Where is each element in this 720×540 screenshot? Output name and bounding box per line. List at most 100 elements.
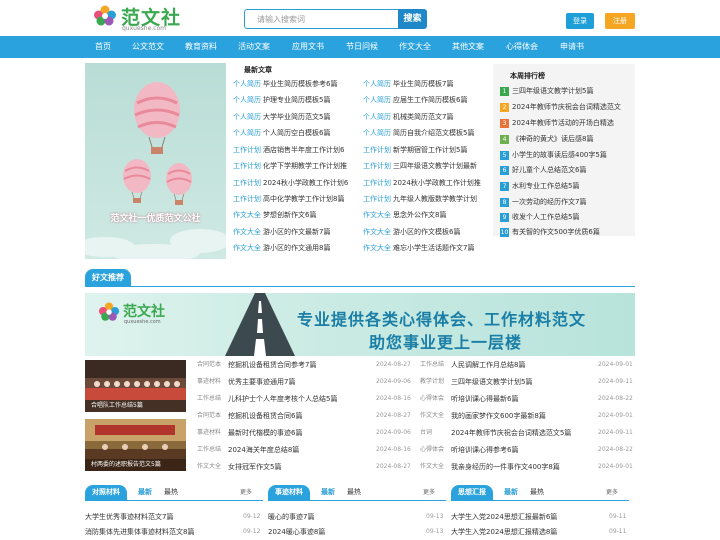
article-category[interactable]: 作文大全 (363, 228, 391, 236)
latest-article-item[interactable]: 工作计划 2024秋小学政教工作计划推 (363, 178, 481, 188)
ranking-item[interactable]: 1 三四年级语文教学计划5篇 (500, 86, 593, 96)
row-category[interactable]: 工作总结 (197, 445, 221, 455)
ranking-item[interactable]: 2 2024年教师节庆祝会台词精选范文 (500, 102, 621, 112)
row-title-link[interactable]: 我的画家梦作文600字最新8篇 (451, 411, 546, 421)
latest-article-item[interactable]: 作文大全 梦想创新作文6篇 (233, 210, 316, 220)
article-category[interactable]: 作文大全 (363, 244, 391, 252)
latest-article-item[interactable]: 工作计划 酒店销售半年度工作计划6 (233, 145, 344, 155)
nav-item-home[interactable]: 首页 (95, 36, 111, 58)
article-category[interactable]: 个人简历 (363, 96, 391, 104)
article-category[interactable]: 个人简历 (233, 80, 261, 88)
row-title-link[interactable]: 听培训课心得参考6篇 (451, 445, 518, 455)
article-category[interactable]: 工作计划 (363, 146, 391, 154)
nav-item-other[interactable]: 其他文案 (452, 36, 484, 58)
article-category[interactable]: 工作计划 (233, 179, 261, 187)
latest-article-item[interactable]: 个人简历 毕业生简历模板参考6篇 (233, 79, 337, 89)
section-item[interactable]: 大学生入党2024思想汇报最新6篇 (451, 512, 557, 522)
tab-hot[interactable]: 最热 (164, 487, 178, 497)
section-item[interactable]: 消防集体先进集体事迹材料范文8篇 (85, 527, 194, 537)
latest-article-item[interactable]: 工作计划 化学下学期教学工作计划推 (233, 161, 347, 171)
more-link[interactable]: 更多 (606, 487, 618, 496)
article-category[interactable]: 工作计划 (233, 146, 261, 154)
tab-latest[interactable]: 最新 (321, 487, 335, 497)
row-category[interactable]: 事迹材料 (197, 428, 221, 438)
hero-image[interactable]: 范文社一优质范文公社 (85, 63, 226, 259)
latest-article-item[interactable]: 个人简历 机械类简历范文7篇 (363, 112, 453, 122)
latest-article-item[interactable]: 作文大全 难忘小学生活话题作文7篇 (363, 243, 474, 253)
thumb-choir[interactable]: 合唱队工作总结5篇 (85, 360, 186, 412)
latest-article-item[interactable]: 作文大全 思念外公作文8篇 (363, 210, 446, 220)
login-button[interactable]: 登录 (566, 13, 594, 29)
latest-article-item[interactable]: 个人简历 护理专业简历模板5篇 (233, 95, 330, 105)
row-category[interactable]: 心得体会 (420, 394, 444, 404)
more-link[interactable]: 更多 (240, 487, 252, 496)
article-category[interactable]: 作文大全 (363, 211, 391, 219)
row-title-link[interactable]: 优秀主要事迹通用7篇 (228, 377, 295, 387)
row-category[interactable]: 作文大全 (197, 462, 221, 472)
ranking-item[interactable]: 9 收发个人工作总结5篇 (500, 212, 579, 222)
article-category[interactable]: 个人简历 (363, 113, 391, 121)
latest-article-item[interactable]: 作文大全 游小区的作文通用8篇 (233, 243, 330, 253)
ranking-item[interactable]: 4 《神奇的黄犬》读后感8篇 (500, 134, 593, 144)
tab-latest[interactable]: 最新 (504, 487, 518, 497)
ranking-item[interactable]: 8 一次劳动的经历作文7篇 (500, 197, 586, 207)
latest-article-item[interactable]: 作文大全 游小区的作文模板6篇 (363, 227, 460, 237)
nav-item-education[interactable]: 教育资料 (185, 36, 217, 58)
article-category[interactable]: 工作计划 (363, 162, 391, 170)
latest-article-item[interactable]: 作文大全 游小区的作文最新7篇 (233, 227, 330, 237)
row-category[interactable]: 教学计划 (420, 377, 444, 387)
row-category[interactable]: 作文大全 (420, 411, 444, 421)
section-item[interactable]: 大学生优秀事迹材料范文7篇 (85, 512, 173, 522)
article-category[interactable]: 个人简历 (363, 129, 391, 137)
search-input[interactable] (245, 10, 398, 28)
site-logo[interactable]: 范文社 quxueshe.com (93, 3, 185, 33)
row-title-link[interactable]: 儿科护士个人年度考核个人总结5篇 (228, 394, 337, 404)
latest-article-item[interactable]: 个人简历 应届生工作简历模板6篇 (363, 95, 467, 105)
more-link[interactable]: 更多 (423, 487, 435, 496)
latest-article-item[interactable]: 工作计划 新学期宿管工作计划5篇 (363, 145, 467, 155)
latest-article-item[interactable]: 工作计划 高中化学教学工作计划8篇 (233, 194, 344, 204)
row-category[interactable]: 心得体会 (420, 445, 444, 455)
latest-article-item[interactable]: 个人简历 简历自我介绍范文模板5篇 (363, 128, 474, 138)
row-title-link[interactable]: 最新时代楷模的事迹6篇 (228, 428, 302, 438)
tab-latest[interactable]: 最新 (138, 487, 152, 497)
tab-hot[interactable]: 最热 (347, 487, 361, 497)
row-title-link[interactable]: 2024海关年度总结8篇 (228, 445, 299, 455)
row-category[interactable]: 作文大全 (420, 462, 444, 472)
row-category[interactable]: 事迹材料 (197, 377, 221, 387)
row-category[interactable]: 工作总结 (420, 360, 444, 370)
row-category[interactable]: 工作总结 (197, 394, 221, 404)
article-category[interactable]: 作文大全 (233, 244, 261, 252)
nav-item-festival[interactable]: 节日问候 (346, 36, 378, 58)
article-category[interactable]: 个人简历 (233, 96, 261, 104)
tab-hot[interactable]: 最热 (530, 487, 544, 497)
thumb-village-report[interactable]: 村两委的述职报告范文5篇 (85, 419, 186, 471)
ranking-item[interactable]: 5 小学生的故事读后感400字5篇 (500, 150, 607, 160)
row-category[interactable]: 合同范本 (197, 360, 221, 370)
row-title-link[interactable]: 挖掘机设备租赁合同6篇 (228, 411, 302, 421)
latest-article-item[interactable]: 个人简历 个人简历空白模板6篇 (233, 128, 330, 138)
nav-item-essay[interactable]: 作文大全 (399, 36, 431, 58)
promo-banner[interactable]: 范文社 quxueshe.com 专业提供各类心得体会、工作材料范文 助您事业更… (85, 293, 635, 356)
ranking-item[interactable]: 7 水利专业工作总结5篇 (500, 181, 579, 191)
nav-item-official[interactable]: 公文范文 (132, 36, 164, 58)
section-item[interactable]: 2024暖心事迹8篇 (268, 527, 325, 537)
article-category[interactable]: 个人简历 (363, 80, 391, 88)
row-category[interactable]: 台词 (420, 428, 432, 438)
search-button[interactable]: 搜索 (398, 9, 427, 29)
article-category[interactable]: 作文大全 (233, 211, 261, 219)
nav-item-activity[interactable]: 活动文案 (238, 36, 270, 58)
row-title-link[interactable]: 挖掘机设备租赁合同参考7篇 (228, 360, 316, 370)
row-title-link[interactable]: 2024年教师节庆祝会台词精选范文5篇 (451, 428, 571, 438)
article-category[interactable]: 个人简历 (233, 113, 261, 121)
latest-article-item[interactable]: 工作计划 三四年级语文教学计划最新 (363, 161, 477, 171)
row-category[interactable]: 合同范本 (197, 411, 221, 421)
row-title-link[interactable]: 三四年级语文教学计划5篇 (451, 377, 532, 387)
nav-item-application[interactable]: 应用文书 (292, 36, 324, 58)
row-title-link[interactable]: 我亲身经历的一件事作文400字8篇 (451, 462, 560, 472)
latest-article-item[interactable]: 个人简历 大学毕业简历范文5篇 (233, 112, 330, 122)
section-item[interactable]: 大学生入党2024思想汇报精选8篇 (451, 527, 557, 537)
nav-item-experience[interactable]: 心得体会 (506, 36, 538, 58)
row-title-link[interactable]: 女排冠军作文5篇 (228, 462, 281, 472)
latest-article-item[interactable]: 工作计划 九年级人教版数学教学计划 (363, 194, 477, 204)
